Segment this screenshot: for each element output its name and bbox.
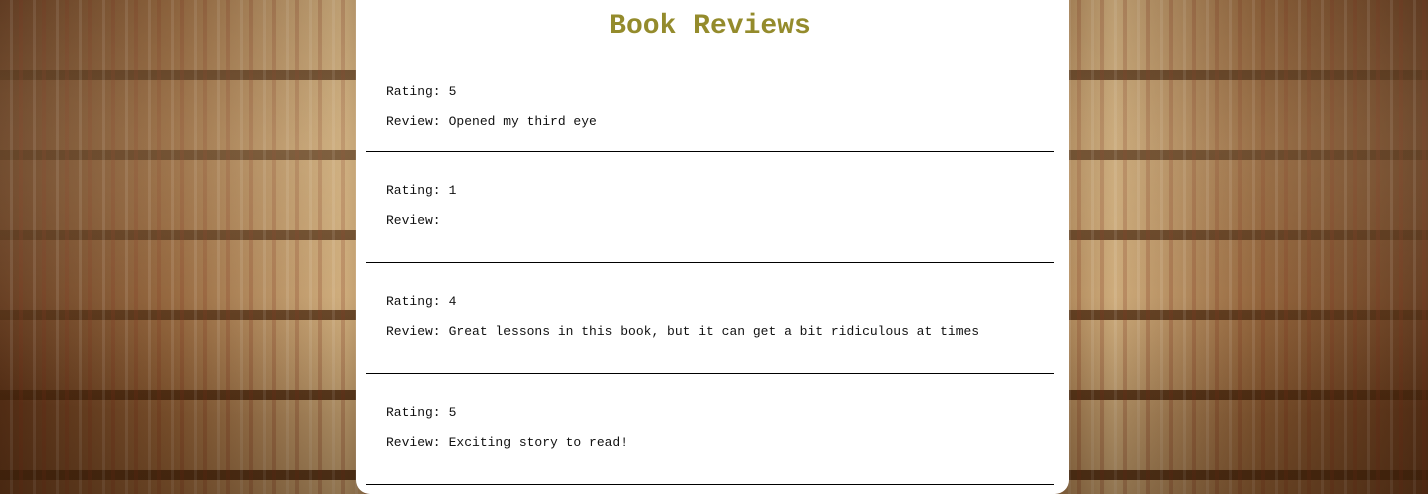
review-row: Review: Opened my third eye (386, 114, 1054, 144)
review-item: Rating: 4 Review: Great lessons in this bo… (366, 263, 1054, 374)
rating-label: Rating: (386, 405, 441, 420)
rating-label: Rating: (386, 84, 441, 99)
review-row: Review: Great lessons in this book, but i… (386, 324, 1054, 354)
rating-label: Rating: (386, 183, 441, 198)
review-label: Review: (386, 324, 441, 339)
review-label: Review: (386, 114, 441, 129)
review-row: Review: Exciting story to read! (386, 435, 1054, 465)
review-label: Review: (386, 213, 441, 228)
review-label: Review: (386, 435, 441, 450)
page-title: Book Reviews (609, 11, 811, 42)
review-row: Review: (386, 213, 1054, 243)
reviews-panel: Book Reviews Rating: 5 Review: Opened my t… (356, 0, 1069, 494)
rating-row: Rating: 1 (386, 183, 1054, 213)
review-text: Opened my third eye (448, 114, 597, 129)
review-list: Rating: 5 Review: Opened my third eye Rati… (366, 53, 1054, 485)
review-text: Exciting story to read! (448, 435, 629, 450)
rating-row: Rating: 5 (386, 84, 1054, 114)
rating-value: 5 (448, 405, 457, 420)
rating-value: 4 (448, 294, 457, 309)
rating-label: Rating: (386, 294, 441, 309)
review-item: Rating: 1 Review: (366, 152, 1054, 263)
rating-row: Rating: 4 (386, 294, 1054, 324)
review-text: Great lessons in this book, but it can g… (448, 324, 980, 339)
review-item: Rating: 5 Review: Opened my third eye (366, 53, 1054, 152)
rating-value: 5 (448, 84, 457, 99)
rating-value: 1 (448, 183, 457, 198)
review-item: Rating: 5 Review: Exciting story to read! (366, 374, 1054, 485)
rating-row: Rating: 5 (386, 405, 1054, 435)
